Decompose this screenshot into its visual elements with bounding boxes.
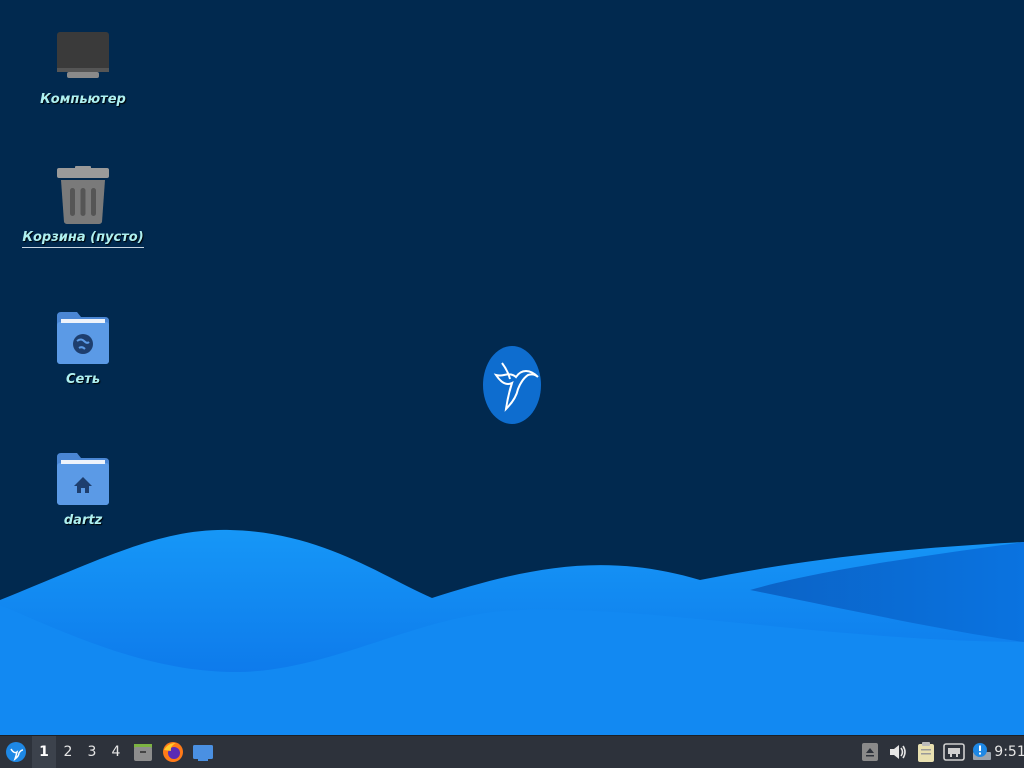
volume-icon — [890, 745, 906, 759]
network-icon — [943, 743, 965, 761]
volume-button[interactable] — [884, 736, 912, 768]
firefox-launcher[interactable] — [158, 736, 188, 768]
home-folder-icon — [57, 453, 109, 505]
file-manager-launcher[interactable] — [128, 736, 158, 768]
network-folder-icon — [57, 312, 109, 364]
firefox-icon — [163, 742, 183, 762]
desktop-icon-trash[interactable]: Корзина (пусто) — [21, 166, 145, 248]
desktop-icon-label: Сеть — [65, 372, 101, 387]
workspace-1[interactable]: 1 — [32, 736, 56, 768]
file-manager-icon — [134, 744, 152, 761]
eject-icon — [862, 743, 878, 761]
network-button[interactable] — [940, 736, 968, 768]
updates-icon — [973, 743, 991, 760]
workspace-4[interactable]: 4 — [104, 736, 128, 768]
clock[interactable]: 9:51 — [994, 736, 1024, 768]
clipboard-button[interactable] — [912, 736, 940, 768]
workspace-3[interactable]: 3 — [80, 736, 104, 768]
start-menu-button[interactable] — [0, 736, 32, 768]
clipboard-icon — [918, 742, 934, 762]
system-tray: 9:51 — [856, 736, 1024, 768]
computer-icon — [57, 32, 109, 78]
show-desktop-icon — [193, 745, 213, 761]
show-desktop-launcher[interactable] — [188, 736, 218, 768]
desktop-icon-computer[interactable]: Компьютер — [21, 28, 145, 107]
eject-button[interactable] — [856, 736, 884, 768]
desktop-icon-label: Компьютер — [40, 92, 126, 107]
desktop-icon-label: Корзина (пусто) — [22, 230, 144, 248]
hummingbird-logo-icon — [483, 346, 541, 424]
start-menu-icon — [6, 742, 26, 762]
updates-button[interactable] — [968, 736, 996, 768]
desktop-icon-network[interactable]: Сеть — [21, 308, 145, 387]
taskbar: 1 2 3 4 9:51 — [0, 735, 1024, 768]
desktop-icon-home[interactable]: dartz — [21, 449, 145, 528]
trash-icon — [57, 166, 109, 224]
desktop-icon-label: dartz — [63, 513, 103, 528]
workspace-2[interactable]: 2 — [56, 736, 80, 768]
